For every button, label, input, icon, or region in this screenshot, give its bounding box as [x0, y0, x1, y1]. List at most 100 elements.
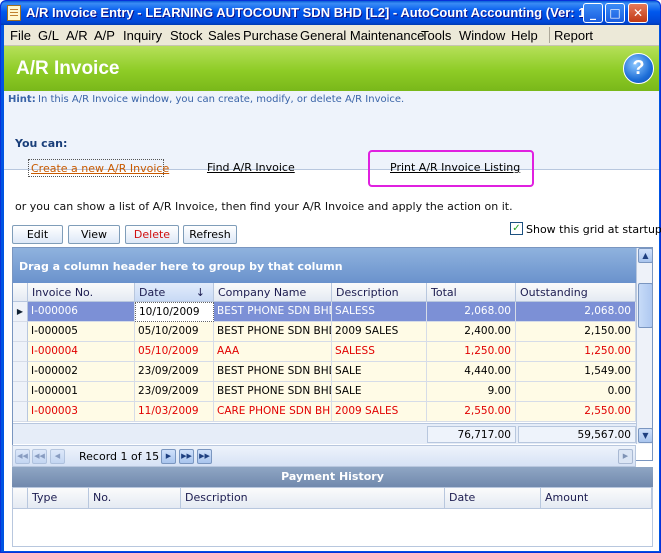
cell-invoice-no[interactable]: I-000003	[28, 402, 135, 422]
cell-date[interactable]: 05/10/2009	[135, 342, 214, 362]
cell-date[interactable]: 10/10/2009	[135, 302, 214, 322]
ph-column-description[interactable]: Description	[181, 488, 445, 509]
scroll-up-icon[interactable]: ▲	[638, 248, 652, 263]
row-indicator[interactable]: ▶	[13, 302, 28, 322]
view-button[interactable]: View	[68, 225, 120, 244]
cell-date[interactable]: 23/09/2009	[135, 382, 214, 402]
table-row[interactable]: I-000003 11/03/2009 CARE PHONE SDN BHD 2009…	[13, 402, 636, 422]
find-invoice-link[interactable]: Find A/R Invoice	[207, 161, 295, 174]
cell-invoice-no[interactable]: I-000004	[28, 342, 135, 362]
scroll-thumb[interactable]	[638, 283, 652, 328]
cell-company[interactable]: BEST PHONE SDN BHD	[214, 322, 332, 342]
row-indicator[interactable]	[13, 382, 28, 402]
menu-window[interactable]: Window	[459, 28, 505, 43]
menu-purchase[interactable]: Purchase	[243, 28, 298, 43]
menu-file[interactable]: File	[10, 28, 31, 43]
next-record-icon[interactable]: ▶	[161, 449, 176, 464]
menu-report[interactable]: Report	[554, 28, 593, 43]
minimize-button[interactable]: _	[583, 3, 603, 23]
scroll-right-icon[interactable]: ▶	[618, 449, 633, 464]
scroll-down-icon[interactable]: ▼	[638, 428, 652, 443]
menu-help[interactable]: Help	[511, 28, 538, 43]
table-row[interactable]: I-000005 05/10/2009 BEST PHONE SDN BHD 2009…	[13, 322, 636, 342]
cell-date[interactable]: 05/10/2009	[135, 322, 214, 342]
edit-button[interactable]: Edit	[12, 225, 63, 244]
column-header-company[interactable]: Company Name	[214, 283, 332, 302]
row-indicator[interactable]	[13, 322, 28, 342]
refresh-button[interactable]: Refresh	[183, 225, 237, 244]
row-indicator[interactable]	[13, 362, 28, 382]
sort-descending-icon: ↓	[195, 286, 205, 299]
cell-total[interactable]: 9.00	[427, 382, 516, 402]
ph-column-date[interactable]: Date	[445, 488, 541, 509]
cell-company[interactable]: AAA	[214, 342, 332, 362]
cell-description[interactable]: SALE	[332, 382, 427, 402]
cell-company[interactable]: BEST PHONE SDN BHD	[214, 382, 332, 402]
column-header-invoice-no[interactable]: Invoice No.	[28, 283, 135, 302]
menu-inquiry[interactable]: Inquiry	[123, 28, 162, 43]
menu-gl[interactable]: G/L	[38, 28, 59, 43]
row-indicator[interactable]	[13, 402, 28, 422]
cell-description[interactable]: SALESS	[332, 302, 427, 322]
cell-company[interactable]: BEST PHONE SDN BHD	[214, 362, 332, 382]
ph-column-amount[interactable]: Amount	[541, 488, 652, 509]
cell-date[interactable]: 11/03/2009	[135, 402, 214, 422]
ph-column-type[interactable]: Type	[28, 488, 89, 509]
ph-header-indicator	[13, 488, 28, 509]
menu-ap[interactable]: A/P	[94, 28, 115, 43]
prev-record-icon[interactable]: ◀	[50, 449, 65, 464]
table-row[interactable]: I-000001 23/09/2009 BEST PHONE SDN BHD SALE…	[13, 382, 636, 402]
column-header-description[interactable]: Description	[332, 283, 427, 302]
show-grid-checkbox[interactable]: ✓	[510, 222, 523, 235]
menu-stock[interactable]: Stock	[170, 28, 203, 43]
cell-invoice-no[interactable]: I-000002	[28, 362, 135, 382]
last-record-icon[interactable]: ▶▶	[197, 449, 212, 464]
cell-outstanding[interactable]: 2,150.00	[516, 322, 636, 342]
column-header-total[interactable]: Total	[427, 283, 516, 302]
you-can-heading: You can:	[15, 137, 68, 150]
cell-total[interactable]: 2,400.00	[427, 322, 516, 342]
menu-sales[interactable]: Sales	[208, 28, 241, 43]
menu-ar[interactable]: A/R	[66, 28, 88, 43]
first-record-icon[interactable]: ◀◀	[15, 449, 30, 464]
vertical-scrollbar[interactable]: ▲ ▼	[636, 248, 652, 444]
cell-company[interactable]: CARE PHONE SDN BHD	[214, 402, 332, 422]
cell-total[interactable]: 4,440.00	[427, 362, 516, 382]
ph-column-no[interactable]: No.	[89, 488, 181, 509]
table-row[interactable]: I-000004 05/10/2009 AAA SALESS 1,250.00 1,250…	[13, 342, 636, 362]
cell-outstanding[interactable]: 2,550.00	[516, 402, 636, 422]
table-row[interactable]: ▶ I-000006 10/10/2009 BEST PHONE SDN BHD SAL…	[13, 302, 636, 322]
row-indicator[interactable]	[13, 342, 28, 362]
table-row[interactable]: I-000002 23/09/2009 BEST PHONE SDN BHD SALE…	[13, 362, 636, 382]
print-listing-link[interactable]: Print A/R Invoice Listing	[390, 161, 520, 174]
column-header-date[interactable]: Date ↓	[135, 283, 214, 302]
cell-outstanding[interactable]: 1,250.00	[516, 342, 636, 362]
cell-invoice-no[interactable]: I-000005	[28, 322, 135, 342]
group-by-panel[interactable]: Drag a column header here to group by th…	[13, 248, 636, 283]
menu-general-maintenance[interactable]: General Maintenance	[300, 28, 424, 43]
prev-page-icon[interactable]: ◀◀	[32, 449, 47, 464]
cell-outstanding[interactable]: 0.00	[516, 382, 636, 402]
maximize-button[interactable]: □	[605, 3, 625, 23]
cell-description[interactable]: 2009 SALES	[332, 402, 427, 422]
cell-outstanding[interactable]: 1,549.00	[516, 362, 636, 382]
create-invoice-link[interactable]: Create a new A/R Invoice	[28, 159, 169, 177]
column-header-outstanding[interactable]: Outstanding	[516, 283, 636, 302]
close-button[interactable]: ✕	[628, 3, 648, 23]
title-bar[interactable]: A/R Invoice Entry - LEARNING AUTOCOUNT S…	[1, 1, 660, 25]
cell-company[interactable]: BEST PHONE SDN BHD	[214, 302, 332, 322]
help-icon[interactable]: ?	[623, 53, 654, 84]
menu-tools[interactable]: Tools	[421, 28, 451, 43]
cell-description[interactable]: SALE	[332, 362, 427, 382]
next-page-icon[interactable]: ▶▶	[179, 449, 194, 464]
cell-total[interactable]: 2,068.00	[427, 302, 516, 322]
cell-description[interactable]: 2009 SALES	[332, 322, 427, 342]
cell-total[interactable]: 2,550.00	[427, 402, 516, 422]
cell-description[interactable]: SALESS	[332, 342, 427, 362]
cell-invoice-no[interactable]: I-000006	[28, 302, 135, 322]
cell-invoice-no[interactable]: I-000001	[28, 382, 135, 402]
cell-date[interactable]: 23/09/2009	[135, 362, 214, 382]
cell-total[interactable]: 1,250.00	[427, 342, 516, 362]
cell-outstanding[interactable]: 2,068.00	[516, 302, 636, 322]
delete-button[interactable]: Delete	[125, 225, 179, 244]
